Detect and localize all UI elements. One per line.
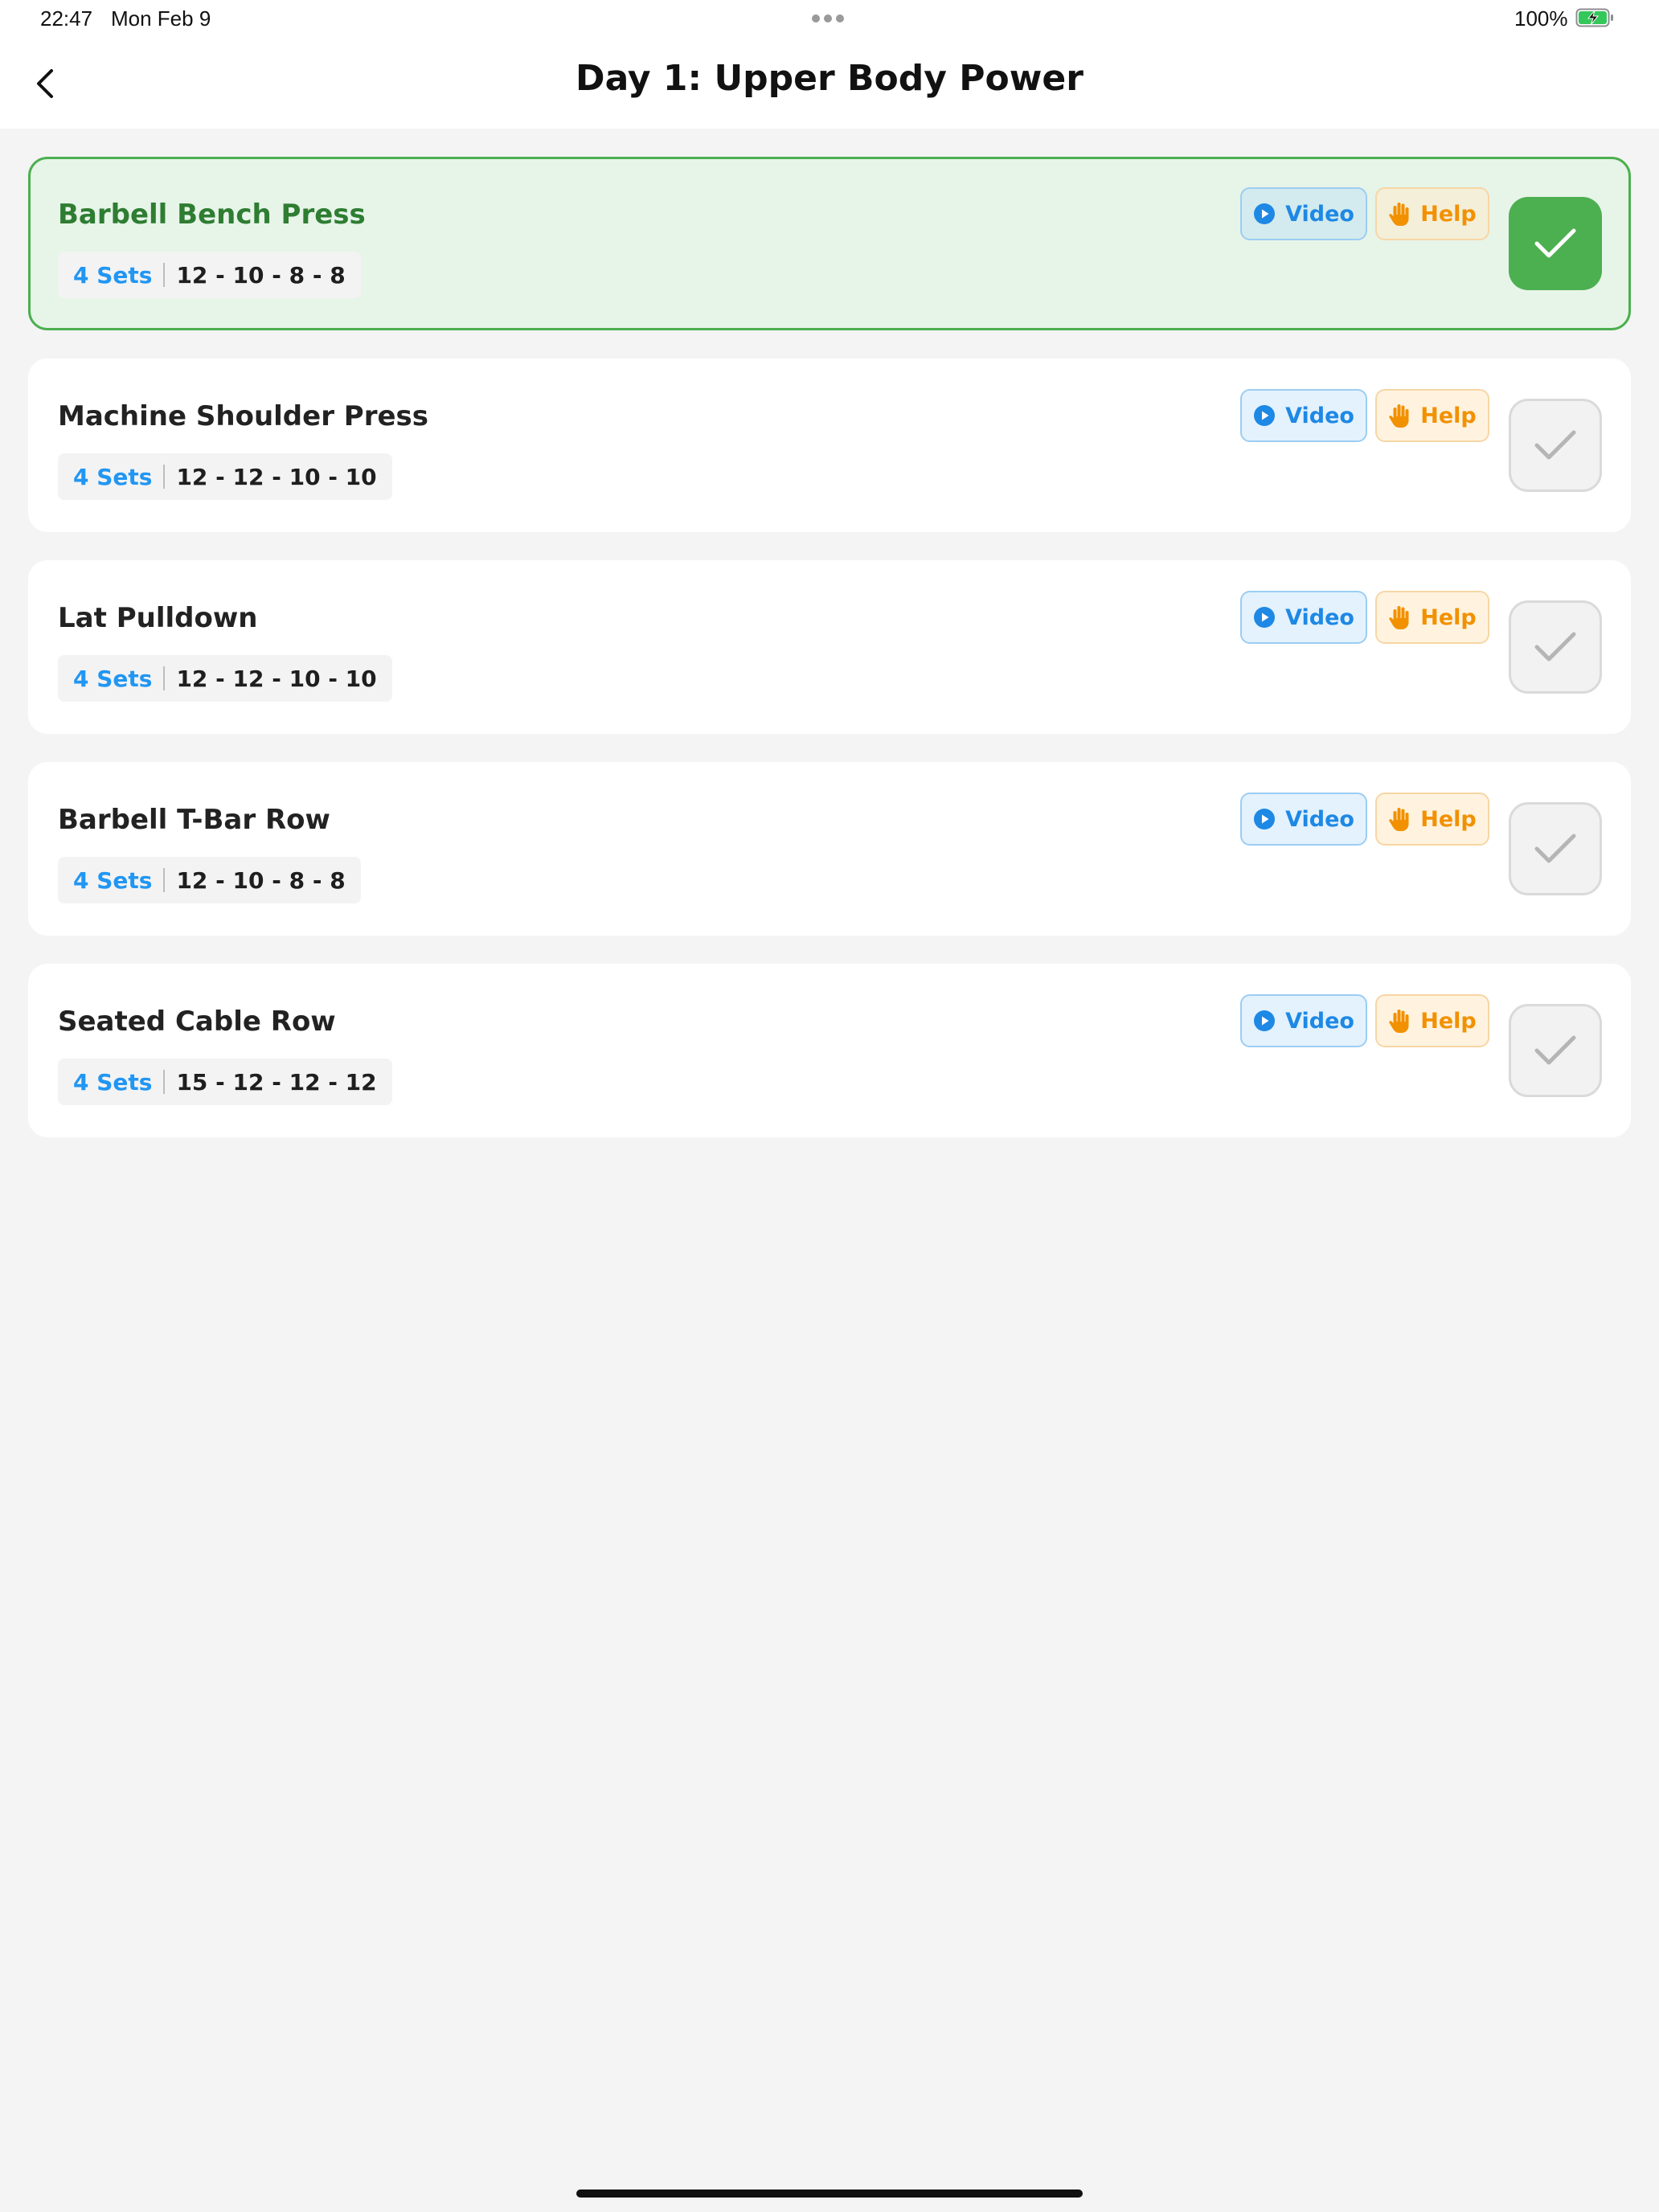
play-circle-icon (1254, 1010, 1276, 1031)
exercise-name: Lat Pulldown (58, 602, 258, 634)
play-circle-icon (1254, 607, 1276, 628)
home-indicator[interactable] (576, 2189, 1083, 2198)
video-label: Video (1285, 604, 1354, 630)
exercise-card[interactable]: Lat Pulldown 4 Sets 12 - 12 - 10 - 10 Vi… (28, 560, 1631, 734)
checkmark-icon (1534, 228, 1576, 258)
exercise-list: Barbell Bench Press 4 Sets 12 - 10 - 8 -… (28, 157, 1631, 1165)
exercise-name: Barbell T-Bar Row (58, 804, 330, 836)
play-circle-icon (1254, 809, 1276, 830)
divider (163, 263, 166, 287)
help-label: Help (1420, 806, 1477, 832)
sets-count: 4 Sets (73, 1068, 153, 1096)
checkmark-icon (1534, 632, 1576, 662)
help-label: Help (1420, 604, 1477, 630)
help-button[interactable]: Help (1375, 187, 1489, 240)
exercise-card[interactable]: Seated Cable Row 4 Sets 15 - 12 - 12 - 1… (28, 964, 1631, 1137)
hand-icon (1389, 606, 1409, 629)
help-button[interactable]: Help (1375, 793, 1489, 846)
exercise-name: Seated Cable Row (58, 1006, 336, 1038)
hand-icon (1389, 808, 1409, 831)
checkmark-icon (1534, 834, 1576, 863)
sets-reps-badge: 4 Sets 12 - 10 - 8 - 8 (58, 252, 361, 298)
reps-scheme: 12 - 10 - 8 - 8 (176, 261, 346, 289)
complete-toggle-button[interactable] (1509, 802, 1602, 895)
divider (163, 666, 166, 690)
video-button[interactable]: Video (1240, 389, 1367, 442)
exercise-card[interactable]: Machine Shoulder Press 4 Sets 12 - 12 - … (28, 358, 1631, 532)
play-circle-icon (1254, 405, 1276, 426)
video-label: Video (1285, 1008, 1354, 1034)
sets-reps-badge: 4 Sets 15 - 12 - 12 - 12 (58, 1059, 392, 1105)
video-button[interactable]: Video (1240, 591, 1367, 644)
hand-icon (1389, 404, 1409, 428)
checkmark-icon (1534, 1035, 1576, 1065)
video-button[interactable]: Video (1240, 793, 1367, 846)
checkmark-icon (1534, 430, 1576, 460)
status-date: Mon Feb 9 (111, 6, 211, 31)
status-time: 22:47 (40, 6, 93, 31)
help-label: Help (1420, 1008, 1477, 1034)
help-label: Help (1420, 403, 1477, 428)
sets-count: 4 Sets (73, 866, 153, 894)
nav-header: Day 1: Upper Body Power (0, 39, 1659, 129)
reps-scheme: 15 - 12 - 12 - 12 (176, 1068, 377, 1096)
multitasking-dots-icon[interactable] (812, 14, 844, 23)
exercise-name: Machine Shoulder Press (58, 400, 429, 432)
exercise-card[interactable]: Barbell Bench Press 4 Sets 12 - 10 - 8 -… (28, 157, 1631, 330)
hand-icon (1389, 1010, 1409, 1033)
sets-count: 4 Sets (73, 261, 153, 289)
sets-count: 4 Sets (73, 463, 153, 490)
help-button[interactable]: Help (1375, 994, 1489, 1047)
video-button[interactable]: Video (1240, 187, 1367, 240)
video-label: Video (1285, 201, 1354, 227)
divider (163, 868, 166, 892)
complete-toggle-button[interactable] (1509, 399, 1602, 492)
reps-scheme: 12 - 12 - 10 - 10 (176, 463, 377, 490)
video-button[interactable]: Video (1240, 994, 1367, 1047)
video-label: Video (1285, 403, 1354, 428)
complete-toggle-button[interactable] (1509, 600, 1602, 694)
play-circle-icon (1254, 203, 1276, 224)
divider (163, 465, 166, 489)
divider (163, 1070, 166, 1094)
sets-reps-badge: 4 Sets 12 - 12 - 10 - 10 (58, 655, 392, 702)
reps-scheme: 12 - 12 - 10 - 10 (176, 665, 377, 692)
sets-count: 4 Sets (73, 665, 153, 692)
page-title: Day 1: Upper Body Power (576, 58, 1083, 99)
complete-toggle-button[interactable] (1509, 1004, 1602, 1097)
exercise-card[interactable]: Barbell T-Bar Row 4 Sets 12 - 10 - 8 - 8… (28, 762, 1631, 936)
sets-reps-badge: 4 Sets 12 - 12 - 10 - 10 (58, 453, 392, 500)
exercise-name: Barbell Bench Press (58, 199, 366, 231)
battery-percent: 100% (1514, 6, 1568, 31)
complete-toggle-button[interactable] (1509, 197, 1602, 290)
sets-reps-badge: 4 Sets 12 - 10 - 8 - 8 (58, 857, 361, 903)
help-button[interactable]: Help (1375, 591, 1489, 644)
help-label: Help (1420, 201, 1477, 227)
status-bar: 22:47 Mon Feb 9 100% (0, 0, 1659, 39)
help-button[interactable]: Help (1375, 389, 1489, 442)
reps-scheme: 12 - 10 - 8 - 8 (176, 866, 346, 894)
hand-icon (1389, 203, 1409, 226)
video-label: Video (1285, 806, 1354, 832)
battery-charging-icon (1575, 8, 1613, 27)
